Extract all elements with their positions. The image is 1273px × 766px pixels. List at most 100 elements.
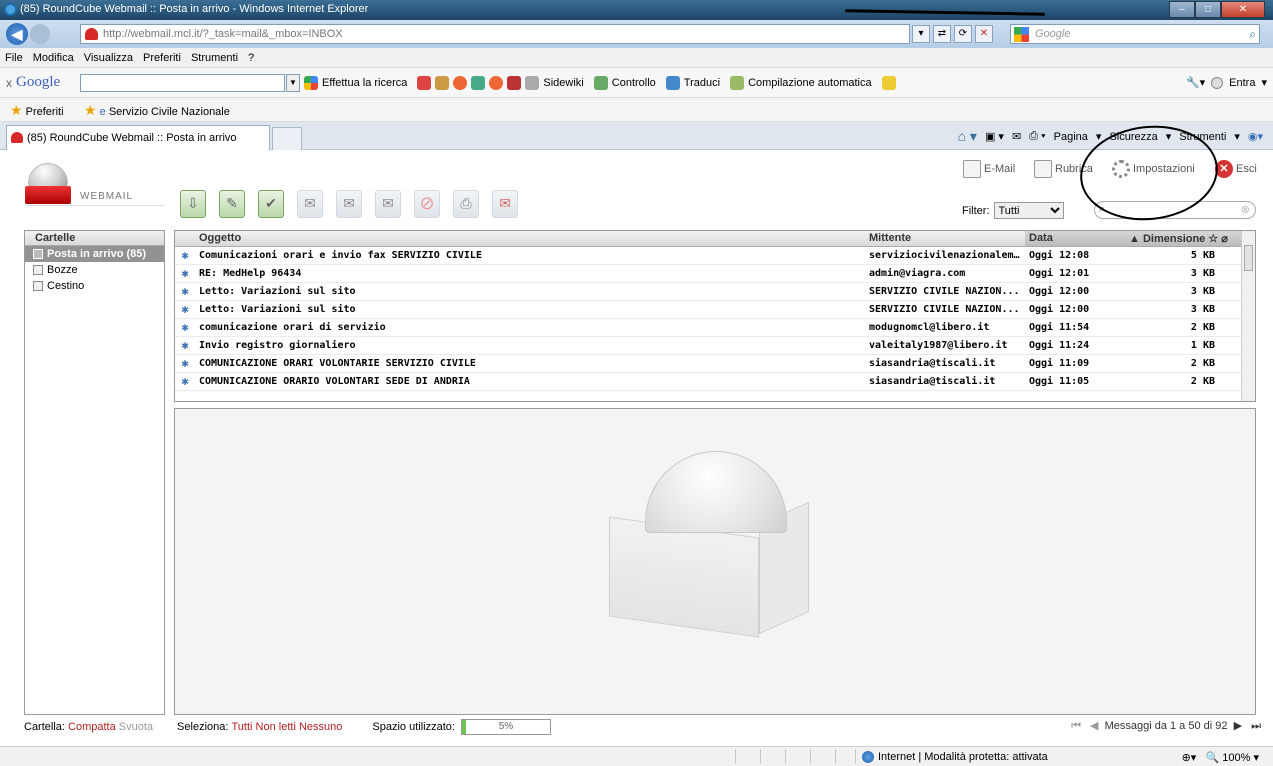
message-list-scrollbar[interactable]	[1241, 231, 1255, 401]
mail-icon[interactable]: ✉	[1012, 130, 1021, 143]
zoom-control[interactable]: ⊕▾ 🔍 100% ▾	[1182, 751, 1259, 764]
column-date[interactable]: Data	[1025, 231, 1125, 247]
reply-button[interactable]: ✉	[297, 190, 323, 218]
mark-button[interactable]: ✔	[258, 190, 284, 218]
unread-icon[interactable]: ✱	[175, 336, 195, 355]
stop-icon[interactable]: ✕	[975, 25, 993, 43]
help-icon[interactable]: ◉▾	[1248, 130, 1263, 143]
autofill-icon	[730, 76, 745, 90]
table-row[interactable]: ✱ COMUNICAZIONE ORARI VOLONTARIE SERVIZI…	[175, 354, 1241, 373]
close-toolbar-icon[interactable]: x	[6, 76, 12, 90]
forward-button[interactable]	[30, 24, 50, 44]
filter-select[interactable]: Tutti	[993, 202, 1064, 219]
table-row[interactable]: ✱ RE: MedHelp 96434 admin@viagra.com Ogg…	[175, 264, 1241, 283]
dropdown-icon[interactable]: ▾	[912, 25, 930, 43]
folder-inbox[interactable]: Posta in arrivo (85)	[25, 246, 164, 262]
pagina-menu[interactable]: Pagina	[1054, 131, 1088, 143]
back-button[interactable]: ◀	[6, 23, 28, 45]
column-subject[interactable]: Oggetto	[195, 231, 865, 247]
chevron-down-icon[interactable]: ▾	[1261, 76, 1267, 89]
browser-tab-active[interactable]: (85) RoundCube Webmail :: Posta in arriv…	[6, 125, 270, 150]
toolbar-bookmark-icon[interactable]	[417, 76, 432, 90]
column-size[interactable]: ▲ Dimensione ☆ ⌀	[1125, 231, 1241, 247]
forward-button[interactable]: ✉	[375, 190, 401, 218]
toolbar-plus-icon[interactable]	[471, 76, 486, 90]
last-page-icon[interactable]: ⏭	[1251, 720, 1261, 732]
unread-icon[interactable]: ✱	[175, 282, 195, 301]
folder-drafts[interactable]: Bozze	[25, 262, 164, 278]
minimize-button[interactable]: –	[1169, 1, 1195, 18]
scrollbar-thumb[interactable]	[1244, 245, 1253, 271]
table-row[interactable]: ✱ COMUNICAZIONE ORARIO VOLONTARI SEDE DI…	[175, 372, 1241, 391]
sidewiki-button[interactable]: Sidewiki	[543, 77, 583, 89]
refresh-icon[interactable]: ⟳	[954, 25, 972, 43]
select-all-link[interactable]: Tutti	[231, 721, 252, 733]
table-row[interactable]: ✱ Comunicazioni orari e invio fax SERVIZ…	[175, 246, 1241, 265]
address-bar[interactable]: http://webmail.mcl.it/?_task=mail&_mbox=…	[80, 24, 910, 44]
effettua-ricerca-button[interactable]: Effettua la ricerca	[322, 77, 407, 89]
add-favorite-icon[interactable]: ★	[84, 102, 97, 118]
delete-button[interactable]: ⊘	[414, 190, 440, 218]
column-from[interactable]: Mittente	[865, 231, 1025, 247]
prev-page-icon[interactable]: ◀	[1090, 720, 1098, 732]
compose-button[interactable]: ✎	[219, 190, 245, 218]
spam-button[interactable]: ✉	[492, 190, 518, 218]
table-row[interactable]: ✱ Letto: Variazioni sul sito SERVIZIO CI…	[175, 300, 1241, 319]
unread-icon[interactable]: ✱	[175, 300, 195, 319]
home-icon[interactable]: ⌂ ▾	[958, 128, 977, 145]
new-tab-button[interactable]	[272, 127, 302, 150]
toolbar-spiral-icon[interactable]	[453, 76, 468, 90]
controllo-button[interactable]: Controllo	[612, 77, 656, 89]
svuota-link[interactable]: Svuota	[119, 721, 153, 733]
unread-icon[interactable]: ✱	[175, 354, 195, 373]
toolbar-spiral2-icon[interactable]	[489, 76, 504, 90]
reply-all-button[interactable]: ✉	[336, 190, 362, 218]
unread-icon[interactable]: ✱	[175, 246, 195, 265]
print-icon[interactable]: ⎙ ▾	[1029, 130, 1045, 143]
flag-column-icon[interactable]: ☆	[1205, 233, 1218, 245]
menu-modifica[interactable]: Modifica	[33, 52, 74, 64]
check-mail-button[interactable]: ⇩	[180, 190, 206, 218]
reset-search-icon[interactable]: ⊗	[1241, 203, 1250, 216]
compatta-link[interactable]: Compatta	[68, 721, 116, 733]
table-row[interactable]: ✱ Letto: Variazioni sul sito SERVIZIO CI…	[175, 282, 1241, 301]
first-page-icon[interactable]: ⏮	[1071, 720, 1081, 732]
feeds-icon[interactable]: ▣ ▾	[985, 130, 1004, 143]
security-zone[interactable]: Internet | Modalità protetta: attivata	[862, 751, 1048, 763]
select-none-link[interactable]: Nessuno	[299, 721, 342, 733]
toolbar-home-icon[interactable]	[435, 76, 450, 90]
maximize-button[interactable]: □	[1195, 1, 1221, 18]
compilazione-button[interactable]: Compilazione automatica	[748, 77, 872, 89]
compat-view-icon[interactable]: ⇄	[933, 25, 951, 43]
select-unread-link[interactable]: Non letti	[256, 721, 296, 733]
search-icon[interactable]: ⌕	[1249, 27, 1256, 42]
table-row[interactable]: ✱ comunicazione orari di servizio modugn…	[175, 318, 1241, 337]
menu-file[interactable]: File	[5, 52, 23, 64]
nav-email[interactable]: E-Mail	[963, 160, 1015, 178]
highlighter-icon[interactable]	[881, 76, 896, 90]
traduci-button[interactable]: Traduci	[684, 77, 720, 89]
print-button[interactable]: ⎙	[453, 190, 479, 218]
unread-icon[interactable]: ✱	[175, 264, 195, 283]
close-window-button[interactable]: ✕	[1221, 1, 1265, 18]
favorite-link-servizio-civile[interactable]: ★ e Servizio Civile Nazionale	[84, 102, 230, 119]
menu-strumenti[interactable]: Strumenti	[191, 52, 238, 64]
menu-visualizza[interactable]: Visualizza	[84, 52, 133, 64]
wrench-icon[interactable]: 🔧▾	[1186, 76, 1205, 89]
folder-trash[interactable]: Cestino	[25, 278, 164, 294]
browser-search-box[interactable]: Google ⌕	[1010, 24, 1260, 44]
favorites-button[interactable]: ★ Preferiti	[10, 102, 64, 119]
table-row[interactable]: ✱ Invio registro giornaliero valeitaly19…	[175, 336, 1241, 355]
unread-icon[interactable]: ✱	[175, 318, 195, 337]
menu-help[interactable]: ?	[248, 52, 254, 64]
toolbar-pagerank-icon[interactable]	[507, 76, 522, 90]
unread-icon[interactable]: ✱	[175, 372, 195, 391]
status-bar: Internet | Modalità protetta: attivata ⊕…	[0, 746, 1273, 766]
next-page-icon[interactable]: ▶	[1234, 720, 1242, 732]
google-toolbar-input[interactable]	[80, 74, 285, 92]
google-toolbar-dropdown[interactable]: ▼	[286, 74, 300, 92]
entra-button[interactable]: Entra	[1229, 77, 1255, 89]
message-date: Oggi 11:24	[1025, 336, 1125, 355]
nav-esci[interactable]: ✕ Esci	[1215, 160, 1257, 178]
menu-preferiti[interactable]: Preferiti	[143, 52, 181, 64]
